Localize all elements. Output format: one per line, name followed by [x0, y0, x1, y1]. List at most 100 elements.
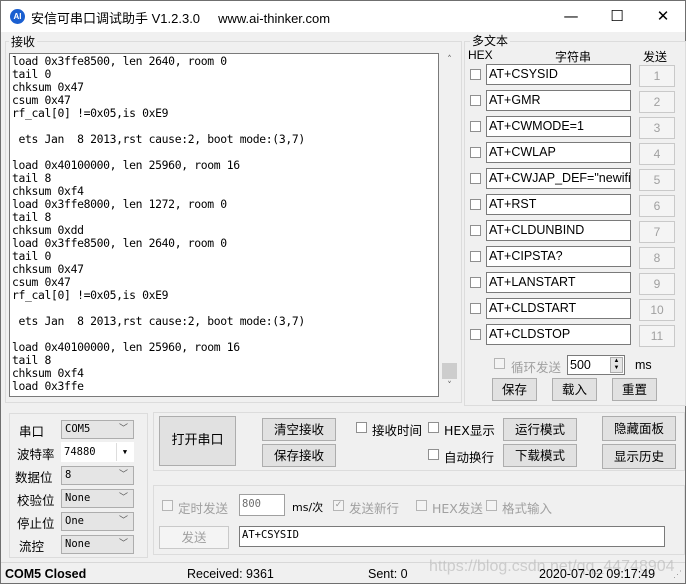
hex-display-checkbox[interactable] [428, 422, 439, 433]
dropdown-arrow-icon[interactable]: ▼ [116, 443, 133, 461]
flow-select[interactable]: None ﹀ [61, 535, 134, 554]
baud-combo[interactable]: 74880 ▼ [61, 442, 134, 462]
multitext-hex-checkbox[interactable] [470, 329, 481, 340]
port-status: COM5 Closed [5, 567, 87, 581]
stopbits-select[interactable]: One ﹀ [61, 512, 134, 531]
receive-time-label: 接收时间 [372, 423, 423, 438]
receive-label: 接收 [9, 33, 38, 50]
auto-newline-checkbox[interactable] [428, 449, 439, 460]
send-newline-checkbox[interactable]: ✓ [333, 500, 344, 511]
title-bar: AI 安信可串口调试助手 V1.2.3.0 www.ai-thinker.com… [1, 1, 685, 32]
status-datetime: 2020-07-02 09:17:49 [539, 567, 656, 581]
multitext-hex-checkbox[interactable] [470, 303, 481, 314]
show-history-button[interactable]: 显示历史 [602, 444, 676, 469]
minimize-icon: — [563, 7, 579, 25]
multitext-string-input[interactable]: AT+LANSTART [486, 272, 631, 293]
scroll-thumb[interactable] [442, 363, 457, 379]
multitext-string-input[interactable]: AT+CLDSTART [486, 298, 631, 319]
databits-value: 8 [65, 469, 72, 481]
multitext-send-button[interactable]: 10 [639, 299, 675, 321]
databits-select[interactable]: 8 ﹀ [61, 466, 134, 485]
scroll-up-icon[interactable]: ˄ [441, 55, 458, 65]
multitext-hex-checkbox[interactable] [470, 199, 481, 210]
multitext-string-input[interactable]: AT+GMR [486, 90, 631, 111]
loop-unit-label: ms [635, 358, 652, 372]
minimize-button[interactable]: — [548, 1, 594, 32]
multitext-string-input[interactable]: AT+CWJAP_DEF="newifi_ [486, 168, 631, 189]
port-label: 串口 [19, 424, 45, 439]
multitext-send-button[interactable]: 2 [639, 91, 675, 113]
interval-unit-label: ms/次 [292, 501, 324, 514]
multitext-send-button[interactable]: 1 [639, 65, 675, 87]
chevron-down-icon: ﹀ [118, 493, 128, 503]
multitext-send-button[interactable]: 8 [639, 247, 675, 269]
multitext-hex-checkbox[interactable] [470, 173, 481, 184]
timed-send-checkbox[interactable] [162, 500, 173, 511]
hex-send-checkbox[interactable] [416, 500, 427, 511]
format-input-checkbox[interactable] [486, 500, 497, 511]
multitext-string-input[interactable]: AT+RST [486, 194, 631, 215]
close-button[interactable]: ✕ [640, 1, 686, 32]
open-port-button[interactable]: 打开串口 [159, 416, 236, 466]
port-select[interactable]: COM5 ﹀ [61, 420, 134, 439]
baud-value: 74880 [64, 446, 96, 458]
multitext-label: 多文本 [470, 32, 511, 49]
multitext-send-button[interactable]: 5 [639, 169, 675, 191]
save-multitext-button[interactable]: 保存 [492, 378, 537, 401]
load-multitext-button[interactable]: 载入 [552, 378, 597, 401]
chevron-down-icon: ﹀ [118, 539, 128, 549]
hide-panel-button[interactable]: 隐藏面板 [602, 416, 676, 441]
multitext-hex-checkbox[interactable] [470, 95, 481, 106]
download-mode-button[interactable]: 下载模式 [503, 444, 577, 467]
multitext-string-input[interactable]: AT+CLDUNBIND [486, 220, 631, 241]
received-count: Received: 9361 [187, 567, 274, 581]
resize-grip-icon[interactable]: ⋰ [673, 564, 682, 584]
run-mode-button[interactable]: 运行模式 [503, 418, 577, 441]
sent-count: Sent: 0 [368, 567, 408, 581]
multitext-send-button[interactable]: 9 [639, 273, 675, 295]
multitext-hex-checkbox[interactable] [470, 121, 481, 132]
parity-select[interactable]: None ﹀ [61, 489, 134, 508]
multitext-string-input[interactable]: AT+CSYSID [486, 64, 631, 85]
app-logo-icon: AI [10, 9, 25, 24]
receive-scrollbar[interactable]: ˄ ˅ [441, 53, 458, 397]
multitext-hex-checkbox[interactable] [470, 225, 481, 236]
receive-time-checkbox[interactable] [356, 422, 367, 433]
chevron-down-icon: ﹀ [118, 470, 128, 480]
send-button[interactable]: 发送 [159, 526, 229, 549]
flow-label: 流控 [19, 539, 45, 554]
multitext-send-button[interactable]: 4 [639, 143, 675, 165]
spinner-arrows-icon[interactable]: ▲ ▼ [610, 357, 623, 373]
multitext-send-button[interactable]: 11 [639, 325, 675, 347]
timed-interval-input[interactable]: 800 [239, 494, 285, 516]
app-window: AI 安信可串口调试助手 V1.2.3.0 www.ai-thinker.com… [0, 0, 686, 584]
multitext-send-button[interactable]: 3 [639, 117, 675, 139]
multitext-hex-checkbox[interactable] [470, 69, 481, 80]
stopbits-value: One [65, 515, 84, 527]
clear-receive-button[interactable]: 清空接收 [262, 418, 336, 441]
maximize-button[interactable]: ☐ [594, 1, 640, 32]
scroll-down-icon[interactable]: ˅ [441, 381, 458, 391]
multitext-hex-checkbox[interactable] [470, 277, 481, 288]
save-receive-button[interactable]: 保存接收 [262, 444, 336, 467]
reset-multitext-button[interactable]: 重置 [612, 378, 657, 401]
format-input-label: 格式输入 [502, 501, 553, 516]
loop-send-label: 循环发送 [511, 360, 562, 375]
receive-textarea[interactable]: load 0x3ffe8500, len 2640, room 0 tail 0… [9, 53, 439, 397]
stopbits-label: 停止位 [17, 516, 55, 531]
timed-send-label: 定时发送 [178, 501, 229, 516]
parity-label: 校验位 [17, 493, 55, 508]
loop-interval-value: 500 [570, 358, 591, 372]
send-input[interactable]: AT+CSYSID [239, 526, 665, 547]
multitext-send-button[interactable]: 7 [639, 221, 675, 243]
multitext-string-input[interactable]: AT+CWLAP [486, 142, 631, 163]
multitext-string-input[interactable]: AT+CIPSTA? [486, 246, 631, 267]
loop-interval-spinner[interactable]: 500 ▲ ▼ [567, 355, 625, 375]
multitext-string-input[interactable]: AT+CLDSTOP [486, 324, 631, 345]
multitext-string-input[interactable]: AT+CWMODE=1 [486, 116, 631, 137]
loop-send-checkbox[interactable] [494, 358, 505, 369]
multitext-send-button[interactable]: 6 [639, 195, 675, 217]
multitext-hex-checkbox[interactable] [470, 251, 481, 262]
multitext-hex-checkbox[interactable] [470, 147, 481, 158]
chevron-down-icon: ﹀ [118, 424, 128, 434]
